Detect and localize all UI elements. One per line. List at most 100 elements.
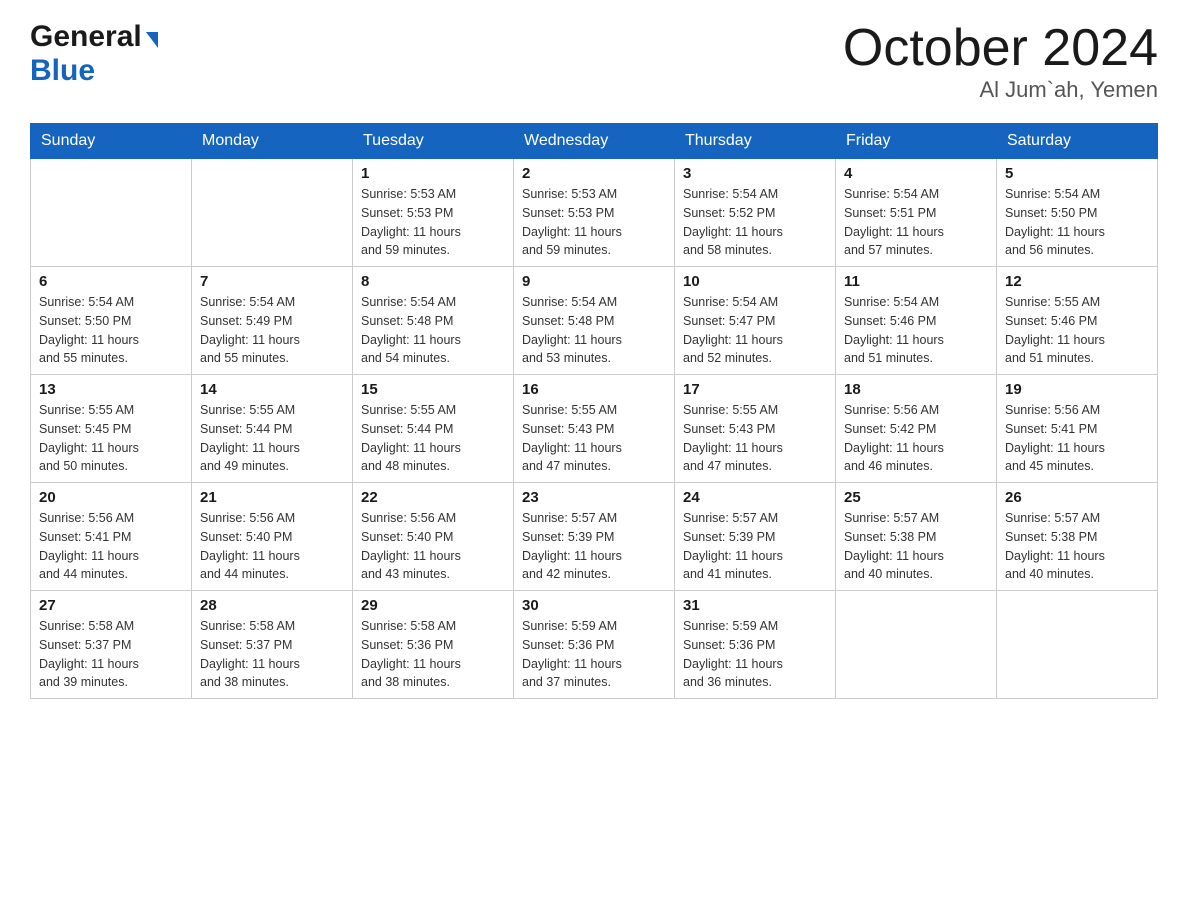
- page-header: General Blue October 2024 Al Jum`ah, Yem…: [30, 20, 1158, 103]
- day-info: Sunrise: 5:54 AMSunset: 5:52 PMDaylight:…: [683, 185, 827, 260]
- day-number: 11: [844, 273, 988, 290]
- calendar-cell: [836, 591, 997, 699]
- calendar-week-row: 27Sunrise: 5:58 AMSunset: 5:37 PMDayligh…: [31, 591, 1158, 699]
- calendar-cell: 23Sunrise: 5:57 AMSunset: 5:39 PMDayligh…: [514, 483, 675, 591]
- day-number: 5: [1005, 165, 1149, 182]
- day-info: Sunrise: 5:54 AMSunset: 5:51 PMDaylight:…: [844, 185, 988, 260]
- day-info: Sunrise: 5:57 AMSunset: 5:38 PMDaylight:…: [1005, 509, 1149, 584]
- calendar-cell: 20 Sunrise: 5:56 AMSunset: 5:41 PMDayligh…: [31, 483, 192, 591]
- day-info: Sunrise: 5:54 AMSunset: 5:48 PMDaylight:…: [361, 293, 505, 368]
- day-number: 19: [1005, 381, 1149, 398]
- calendar-cell: 29Sunrise: 5:58 AMSunset: 5:36 PMDayligh…: [353, 591, 514, 699]
- day-number: 15: [361, 381, 505, 398]
- calendar-cell: 13Sunrise: 5:55 AMSunset: 5:45 PMDayligh…: [31, 375, 192, 483]
- day-number: 25: [844, 489, 988, 506]
- day-info: Sunrise: 5:53 AMSunset: 5:53 PMDaylight:…: [361, 185, 505, 260]
- day-info: Sunrise: 5:56 AMSunset: 5:41 PMDaylight:…: [39, 509, 183, 584]
- calendar-cell: 21 Sunrise: 5:56 AMSunset: 5:40 PMDayligh…: [192, 483, 353, 591]
- day-number: 30: [522, 597, 666, 614]
- calendar-cell: 16 Sunrise: 5:55 AMSunset: 5:43 PMDayligh…: [514, 375, 675, 483]
- day-number: 14: [200, 381, 344, 398]
- calendar-cell: 19Sunrise: 5:56 AMSunset: 5:41 PMDayligh…: [997, 375, 1158, 483]
- calendar-cell: 18 Sunrise: 5:56 AMSunset: 5:42 PMDayligh…: [836, 375, 997, 483]
- day-header-wednesday: Wednesday: [514, 124, 675, 159]
- day-number: 31: [683, 597, 827, 614]
- day-number: 24: [683, 489, 827, 506]
- calendar-cell: 15 Sunrise: 5:55 AMSunset: 5:44 PMDayligh…: [353, 375, 514, 483]
- day-info: Sunrise: 5:55 AMSunset: 5:43 PMDaylight:…: [522, 401, 666, 476]
- calendar-cell: 1 Sunrise: 5:53 AMSunset: 5:53 PMDaylight…: [353, 159, 514, 267]
- calendar-cell: 27Sunrise: 5:58 AMSunset: 5:37 PMDayligh…: [31, 591, 192, 699]
- day-number: 3: [683, 165, 827, 182]
- calendar-cell: 5 Sunrise: 5:54 AMSunset: 5:50 PMDaylight…: [997, 159, 1158, 267]
- calendar-cell: 30 Sunrise: 5:59 AMSunset: 5:36 PMDayligh…: [514, 591, 675, 699]
- calendar-cell: 31 Sunrise: 5:59 AMSunset: 5:36 PMDayligh…: [675, 591, 836, 699]
- day-number: 21: [200, 489, 344, 506]
- day-info: Sunrise: 5:54 AMSunset: 5:46 PMDaylight:…: [844, 293, 988, 368]
- calendar-week-row: 20 Sunrise: 5:56 AMSunset: 5:41 PMDayligh…: [31, 483, 1158, 591]
- day-number: 17: [683, 381, 827, 398]
- calendar-cell: 26 Sunrise: 5:57 AMSunset: 5:38 PMDayligh…: [997, 483, 1158, 591]
- day-info: Sunrise: 5:55 AMSunset: 5:46 PMDaylight:…: [1005, 293, 1149, 368]
- calendar-subtitle: Al Jum`ah, Yemen: [843, 77, 1158, 103]
- day-info: Sunrise: 5:56 AMSunset: 5:42 PMDaylight:…: [844, 401, 988, 476]
- day-header-sunday: Sunday: [31, 124, 192, 159]
- day-info: Sunrise: 5:59 AMSunset: 5:36 PMDaylight:…: [522, 617, 666, 692]
- day-number: 4: [844, 165, 988, 182]
- calendar-cell: 28 Sunrise: 5:58 AMSunset: 5:37 PMDayligh…: [192, 591, 353, 699]
- day-number: 2: [522, 165, 666, 182]
- day-number: 26: [1005, 489, 1149, 506]
- calendar-cell: 2Sunrise: 5:53 AMSunset: 5:53 PMDaylight…: [514, 159, 675, 267]
- calendar-cell: 17Sunrise: 5:55 AMSunset: 5:43 PMDayligh…: [675, 375, 836, 483]
- calendar-cell: 6Sunrise: 5:54 AMSunset: 5:50 PMDaylight…: [31, 267, 192, 375]
- day-number: 1: [361, 165, 505, 182]
- day-number: 10: [683, 273, 827, 290]
- day-info: Sunrise: 5:54 AMSunset: 5:47 PMDaylight:…: [683, 293, 827, 368]
- calendar-cell: 3 Sunrise: 5:54 AMSunset: 5:52 PMDaylight…: [675, 159, 836, 267]
- calendar-week-row: 6Sunrise: 5:54 AMSunset: 5:50 PMDaylight…: [31, 267, 1158, 375]
- calendar-cell: 11 Sunrise: 5:54 AMSunset: 5:46 PMDayligh…: [836, 267, 997, 375]
- day-info: Sunrise: 5:54 AMSunset: 5:49 PMDaylight:…: [200, 293, 344, 368]
- calendar-cell: [31, 159, 192, 267]
- day-number: 9: [522, 273, 666, 290]
- day-info: Sunrise: 5:57 AMSunset: 5:39 PMDaylight:…: [522, 509, 666, 584]
- title-area: October 2024 Al Jum`ah, Yemen: [843, 20, 1158, 103]
- logo-triangle-icon: [146, 32, 158, 48]
- calendar-cell: 14Sunrise: 5:55 AMSunset: 5:44 PMDayligh…: [192, 375, 353, 483]
- day-info: Sunrise: 5:54 AMSunset: 5:48 PMDaylight:…: [522, 293, 666, 368]
- calendar-cell: 22Sunrise: 5:56 AMSunset: 5:40 PMDayligh…: [353, 483, 514, 591]
- day-info: Sunrise: 5:57 AMSunset: 5:38 PMDaylight:…: [844, 509, 988, 584]
- calendar-cell: 7 Sunrise: 5:54 AMSunset: 5:49 PMDaylight…: [192, 267, 353, 375]
- calendar-title: October 2024: [843, 20, 1158, 77]
- day-number: 20: [39, 489, 183, 506]
- day-number: 12: [1005, 273, 1149, 290]
- calendar-table: SundayMondayTuesdayWednesdayThursdayFrid…: [30, 123, 1158, 699]
- day-number: 28: [200, 597, 344, 614]
- day-header-saturday: Saturday: [997, 124, 1158, 159]
- day-info: Sunrise: 5:56 AMSunset: 5:40 PMDaylight:…: [200, 509, 344, 584]
- day-number: 6: [39, 273, 183, 290]
- day-info: Sunrise: 5:55 AMSunset: 5:44 PMDaylight:…: [361, 401, 505, 476]
- day-number: 18: [844, 381, 988, 398]
- day-number: 16: [522, 381, 666, 398]
- day-info: Sunrise: 5:58 AMSunset: 5:37 PMDaylight:…: [200, 617, 344, 692]
- calendar-cell: 4 Sunrise: 5:54 AMSunset: 5:51 PMDaylight…: [836, 159, 997, 267]
- day-info: Sunrise: 5:58 AMSunset: 5:36 PMDaylight:…: [361, 617, 505, 692]
- day-info: Sunrise: 5:59 AMSunset: 5:36 PMDaylight:…: [683, 617, 827, 692]
- calendar-header-row: SundayMondayTuesdayWednesdayThursdayFrid…: [31, 124, 1158, 159]
- calendar-cell: 24 Sunrise: 5:57 AMSunset: 5:39 PMDayligh…: [675, 483, 836, 591]
- logo-blue-text: Blue: [30, 54, 95, 87]
- day-number: 13: [39, 381, 183, 398]
- calendar-cell: [997, 591, 1158, 699]
- logo: General Blue: [30, 20, 158, 88]
- calendar-cell: 9 Sunrise: 5:54 AMSunset: 5:48 PMDaylight…: [514, 267, 675, 375]
- day-info: Sunrise: 5:54 AMSunset: 5:50 PMDaylight:…: [1005, 185, 1149, 260]
- day-info: Sunrise: 5:57 AMSunset: 5:39 PMDaylight:…: [683, 509, 827, 584]
- calendar-cell: [192, 159, 353, 267]
- day-info: Sunrise: 5:58 AMSunset: 5:37 PMDaylight:…: [39, 617, 183, 692]
- calendar-week-row: 1 Sunrise: 5:53 AMSunset: 5:53 PMDaylight…: [31, 159, 1158, 267]
- day-header-thursday: Thursday: [675, 124, 836, 159]
- logo-general-text: General: [30, 20, 142, 54]
- calendar-cell: 8Sunrise: 5:54 AMSunset: 5:48 PMDaylight…: [353, 267, 514, 375]
- day-number: 7: [200, 273, 344, 290]
